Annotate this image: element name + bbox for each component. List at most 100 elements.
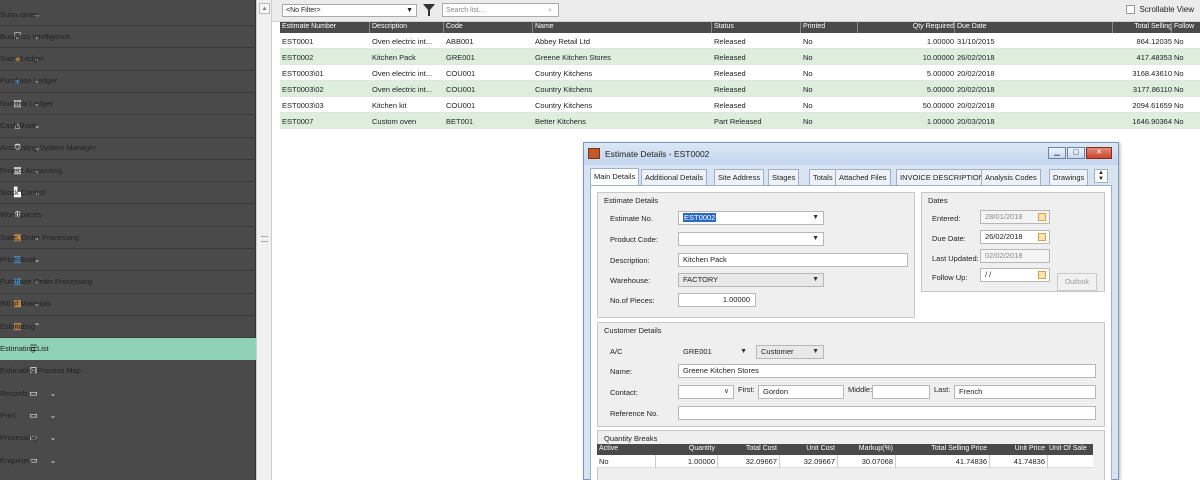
calendar-icon[interactable] [1038,271,1046,279]
tab-main-details[interactable]: Main Details [590,168,640,186]
qb-header-quantity[interactable]: Quantity [689,445,715,452]
tab-scroll-arrows-icon[interactable]: ▲ ▼ [1094,169,1108,183]
qb-header-unit-price[interactable]: Unit Price [1015,445,1045,452]
scrollable-view-checkbox[interactable] [1126,5,1136,14]
contact-select[interactable]: ∨ [678,385,734,399]
warehouse-select[interactable]: FACTORY ▼ [678,273,824,287]
sidebar-subitem-estimating-process-map[interactable]: ⊟ Estimating Process Map [0,360,256,382]
qb-header-total-selling-price[interactable]: Total Selling Price [931,445,987,452]
chevron-down-icon[interactable]: ⌄ [48,411,58,420]
sidebar-splitter[interactable]: ▲ [256,0,272,480]
close-button[interactable]: ✕ [1086,147,1112,159]
table-row[interactable]: EST0003\02 Oven electric int... COU001 Coun… [280,81,1200,97]
tab-site-address[interactable]: Site Address [714,169,765,185]
search-icon[interactable]: ⌕ [548,4,552,17]
column-separator[interactable] [1112,22,1113,33]
search-input[interactable]: Search list... ⌕ [442,3,559,17]
table-row[interactable]: EST0002 Kitchen Pack GRE001 Greene Kitchen … [280,49,1200,65]
tab-totals[interactable]: Totals [809,169,837,185]
column-separator[interactable] [954,22,955,33]
sidebar-item-summaries[interactable]: ◔ Summaries ⌄ [0,3,256,25]
calendar-icon[interactable] [1038,213,1046,221]
qb-header-active[interactable]: Active [599,445,618,452]
scrollable-view-toggle[interactable]: Scrollable View [1126,5,1194,14]
pieces-field[interactable]: 1.00000 [678,293,756,307]
column-header-printed[interactable]: Printed [803,23,825,30]
maximize-button[interactable]: ▢ [1067,147,1085,159]
splitter-grip[interactable] [261,236,268,242]
column-header-status[interactable]: Status [714,23,734,30]
sidebar-item-stock-control[interactable]: ▙ Stock Control ⌄ [0,181,256,203]
account-type-select[interactable]: Customer ▼ [756,345,824,359]
table-row[interactable]: EST0003\01 Oven electric int... COU001 Coun… [280,65,1200,81]
sidebar-subitem-processing[interactable]: ▭ Processing ⌄ [0,427,256,449]
qb-header-markup-[interactable]: Markup(%) [859,445,893,452]
follow-up-field[interactable]: / / [980,268,1050,282]
column-separator[interactable] [800,22,801,33]
funnel-filter-icon[interactable] [423,4,435,16]
sidebar-item-project-accounting[interactable]: ▦ Project Accounting ⌄ [0,159,256,181]
qb-cell[interactable]: No [599,457,609,466]
sidebar-item-cash-book[interactable]: ⌂ Cash Book ⌄ [0,115,256,137]
qb-cell[interactable]: 41.74836 [956,457,987,466]
column-separator[interactable] [857,22,858,33]
column-header-estimate-number[interactable]: Estimate Number [282,23,336,30]
sidebar-item-business-intelligence[interactable]: ⛉ Business Intelligence ⌄ [0,25,256,47]
tab-invoice-description[interactable]: INVOICE DESCRIPTION [896,169,989,185]
column-header-total-selling[interactable]: Total Selling [1134,23,1172,30]
product-code-field[interactable]: ▼ [678,232,824,246]
sidebar-item-sales-ledger[interactable]: ● Sales Ledger ⌄ [0,48,256,70]
sidebar-item-sales-order-processing[interactable]: ▣ Sales Order Processing ⌄ [0,226,256,248]
qb-header-total-cost[interactable]: Total Cost [746,445,777,452]
due-date-field[interactable]: 26/02/2018 [980,230,1050,244]
sidebar-item-nominal-ledger[interactable]: ▤ Nominal Ledger ⌄ [0,92,256,114]
chevron-down-icon[interactable]: ▼ [812,274,819,286]
qb-header-unit-cost[interactable]: Unit Cost [806,445,835,452]
table-row[interactable]: EST0001 Oven electric int... ABB001 Abbey R… [280,33,1200,49]
calendar-icon[interactable] [1038,233,1046,241]
qb-cell[interactable]: 32.09667 [804,457,835,466]
tab-analysis-codes[interactable]: Analysis Codes [981,169,1041,185]
dialog-title-bar[interactable]: Estimate Details - EST0002 ▁ ▢ ✕ [584,143,1118,165]
column-header-description[interactable]: Description [372,23,407,30]
collapse-arrow-icon[interactable]: ▲ [259,3,270,14]
qb-row[interactable]: No 1.00000 32.09667 32.09667 30.07068 41.7483… [597,455,1093,468]
estimate-no-field[interactable]: EST0002 ▼ [678,211,824,225]
sidebar-item-estimating[interactable]: ▨ Estimating ⌃ [0,315,256,337]
table-row[interactable]: EST0007 Custom oven BET001 Better Kitchens P… [280,113,1200,129]
chevron-down-icon[interactable]: ⌄ [48,389,58,398]
sidebar-item-purchase-ledger[interactable]: ● Purchase Ledger ⌄ [0,70,256,92]
tab-stages[interactable]: Stages [768,169,800,185]
column-separator[interactable] [443,22,444,33]
chevron-down-icon[interactable]: ⌄ [48,433,58,442]
reference-field[interactable] [678,406,1096,420]
qb-cell[interactable]: 1.00000 [688,457,715,466]
sidebar-subitem-estimating-list[interactable]: ☰ Estimating List [0,337,256,360]
sidebar-item-purchase-order-processing[interactable]: ▣ Purchase Order Processing ⌄ [0,271,256,293]
column-header-name[interactable]: Name [535,23,554,30]
ac-select[interactable]: GRE001 ▼ [678,345,752,359]
chevron-down-icon[interactable]: ▼ [812,346,819,358]
qb-cell[interactable]: 41.74836 [1014,457,1045,466]
tab-drawings[interactable]: Drawings [1049,169,1089,185]
qb-header-unit-of-sale[interactable]: Unit Of Sale [1049,445,1087,452]
chevron-down-icon[interactable]: ▼ [740,346,747,358]
chevron-down-icon[interactable]: ▼ [812,212,819,224]
column-header-code[interactable]: Code [446,23,463,30]
sidebar-subitem-records[interactable]: ▭ Records ⌄ [0,382,256,404]
customer-name-field[interactable]: Greene Kitchen Stores [678,364,1096,378]
column-header-qty-required[interactable]: Qty Required [913,23,954,30]
tab-attached-files[interactable]: Attached Files [835,169,891,185]
outlook-button[interactable]: Outlook [1057,273,1097,291]
chevron-down-icon[interactable]: ⌄ [48,456,58,465]
qb-cell[interactable]: 30.07068 [862,457,893,466]
last-name-field[interactable]: French [954,385,1096,399]
column-header-follow[interactable]: Follow [1174,23,1194,30]
column-separator[interactable] [369,22,370,33]
column-header-due-date[interactable]: Due Date [957,23,987,30]
filter-dropdown[interactable]: <No Filter> ▼ [282,4,417,17]
description-field[interactable]: Kitchen Pack [678,253,908,267]
first-name-field[interactable]: Gordon [758,385,844,399]
tab-additional-details[interactable]: Additional Details [641,169,707,185]
qb-cell[interactable]: 32.09667 [746,457,777,466]
